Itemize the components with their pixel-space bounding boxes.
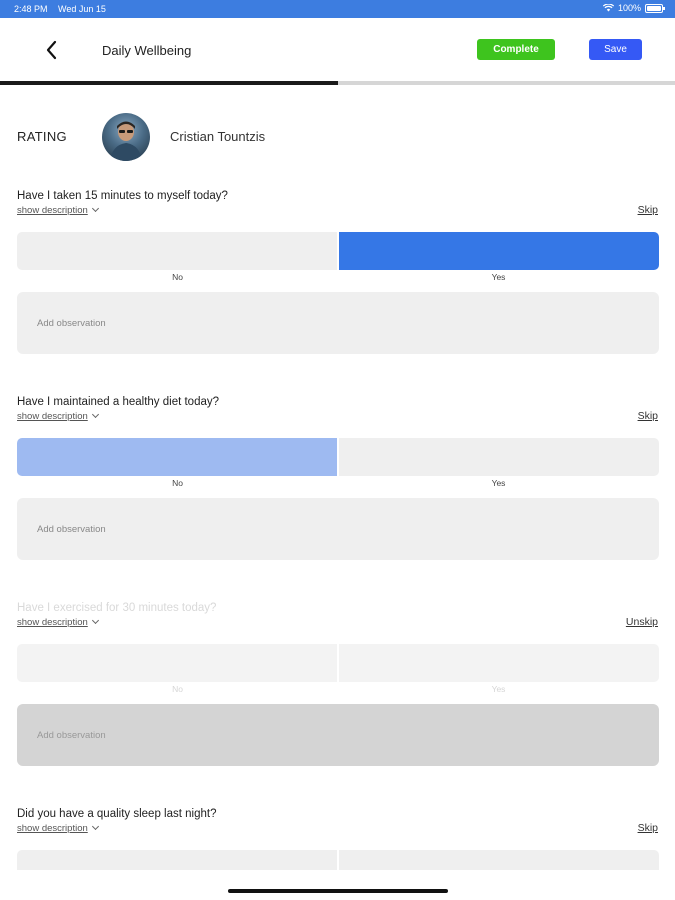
show-description-label: show description (17, 823, 88, 834)
option-yes[interactable] (339, 644, 659, 682)
nav-bar: Daily Wellbeing Complete Save (0, 18, 675, 82)
show-description-link[interactable]: show description (17, 822, 99, 834)
complete-button[interactable]: Complete (477, 39, 555, 60)
option-yes[interactable] (339, 850, 659, 870)
back-button[interactable] (40, 38, 64, 62)
show-description-link[interactable]: show description (17, 410, 99, 422)
skip-link[interactable]: Skip (638, 822, 658, 834)
option-labels: No Yes (17, 478, 659, 488)
progress-bar (0, 81, 675, 85)
show-description-label: show description (17, 205, 88, 216)
page-title: Daily Wellbeing (102, 43, 192, 58)
yes-no-toggle (17, 232, 659, 270)
show-description-link[interactable]: show description (17, 204, 99, 216)
observation-field[interactable]: Add observation (17, 292, 659, 354)
status-time: 2:48 PM (14, 4, 48, 14)
option-yes[interactable] (339, 232, 659, 270)
observation-placeholder: Add observation (37, 524, 106, 535)
question-title: Have I exercised for 30 minutes today? (17, 602, 217, 614)
option-no[interactable] (17, 644, 337, 682)
status-bar: 2:48 PM Wed Jun 15 100% (0, 0, 675, 18)
skip-link[interactable]: Skip (638, 410, 658, 422)
unskip-link[interactable]: Unskip (626, 616, 658, 628)
status-date: Wed Jun 15 (58, 4, 106, 14)
skip-link[interactable]: Skip (638, 204, 658, 216)
option-labels: No Yes (17, 684, 659, 694)
status-time-date: 2:48 PM Wed Jun 15 (14, 4, 106, 14)
wifi-icon (602, 4, 614, 12)
observation-field[interactable]: Add observation (17, 704, 659, 766)
option-yes-label: Yes (491, 272, 506, 282)
save-button[interactable]: Save (589, 39, 642, 60)
avatar (102, 113, 150, 161)
chevron-left-icon (46, 40, 57, 60)
option-labels: No Yes (17, 272, 659, 282)
home-indicator[interactable] (228, 889, 448, 893)
question-title: Have I taken 15 minutes to myself today? (17, 190, 228, 202)
option-yes-label: Yes (491, 684, 506, 694)
chevron-down-icon (91, 822, 99, 831)
question-title: Did you have a quality sleep last night? (17, 808, 217, 820)
battery-percent: 100% (617, 3, 641, 13)
progress-fill (0, 81, 338, 85)
option-no-label: No (172, 478, 183, 488)
chevron-down-icon (91, 616, 99, 625)
rating-label: RATING (17, 129, 67, 144)
observation-placeholder: Add observation (37, 730, 106, 741)
user-name: Cristian Tountzis (170, 129, 266, 144)
option-no-label: No (172, 684, 183, 694)
option-no[interactable] (17, 232, 337, 270)
show-description-label: show description (17, 617, 88, 628)
rating-header: RATING Cristian Tountzis (0, 110, 675, 162)
question-title: Have I maintained a healthy diet today? (17, 396, 220, 408)
chevron-down-icon (91, 410, 99, 419)
user-photo-icon (110, 121, 142, 161)
yes-no-toggle (17, 438, 659, 476)
option-no[interactable] (17, 438, 337, 476)
chevron-down-icon (91, 204, 99, 213)
battery-icon (645, 3, 665, 13)
show-description-link[interactable]: show description (17, 616, 99, 628)
status-right: 100% (602, 3, 665, 13)
observation-field[interactable]: Add observation (17, 498, 659, 560)
show-description-label: show description (17, 411, 88, 422)
yes-no-toggle (17, 644, 659, 682)
observation-placeholder: Add observation (37, 318, 106, 329)
yes-no-toggle (17, 850, 659, 870)
option-yes-label: Yes (491, 478, 506, 488)
option-no-label: No (172, 272, 183, 282)
option-yes[interactable] (339, 438, 659, 476)
option-no[interactable] (17, 850, 337, 870)
